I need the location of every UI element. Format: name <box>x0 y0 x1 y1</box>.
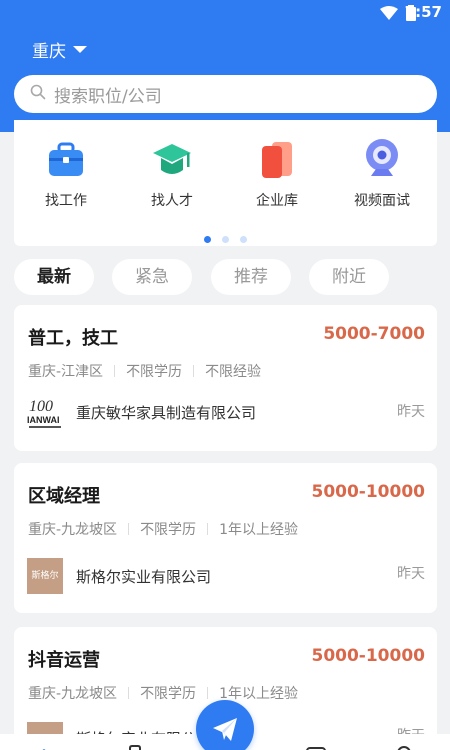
tag-divider <box>128 687 130 699</box>
job-location: 重庆-九龙坡区 <box>28 686 118 702</box>
graduation-cap-icon <box>153 144 191 174</box>
nav-profile-icon[interactable] <box>396 740 412 750</box>
job-tags: 重庆-九龙坡区 不限学历 1年以上经验 <box>28 683 298 703</box>
search-placeholder: 搜索职位/公司 <box>54 86 162 107</box>
search-input[interactable]: 搜索职位/公司 <box>14 75 437 113</box>
job-experience: 1年以上经验 <box>219 522 298 538</box>
job-salary: 5000-10000 <box>311 646 425 666</box>
job-title: 抖音运营 <box>28 650 100 671</box>
carousel-dot <box>203 236 211 243</box>
quick-action-label: 企业库 <box>256 193 298 209</box>
svg-text:100: 100 <box>29 398 53 415</box>
filter-tabs: 最新 紧急 推荐 附近 <box>14 259 437 295</box>
company-name: 重庆敏华家具制造有限公司 <box>76 404 257 422</box>
quick-action-find-talent[interactable]: 找人才 <box>122 138 222 210</box>
job-location: 重庆-江津区 <box>28 364 104 380</box>
job-date: 昨天 <box>397 404 425 420</box>
job-card[interactable]: 普工，技工 5000-7000 重庆-江津区 不限学历 不限经验 100 IAN… <box>14 305 437 451</box>
job-title: 普工，技工 <box>28 328 118 349</box>
quick-action-label: 视频面试 <box>354 193 410 209</box>
briefcase-icon <box>49 142 83 176</box>
job-education: 不限学历 <box>140 522 197 538</box>
job-card[interactable]: 区域经理 5000-10000 重庆-九龙坡区 不限学历 1年以上经验 斯格尔 … <box>14 463 437 613</box>
chevron-down-icon <box>73 46 87 53</box>
company-library-icon <box>262 142 292 178</box>
carousel-dot <box>240 236 248 243</box>
quick-actions-panel: 找工作 找人才 企业库 视频面试 <box>14 120 437 246</box>
paper-plane-icon <box>213 718 237 741</box>
quick-action-company-library[interactable]: 企业库 <box>227 138 327 210</box>
quick-action-video-interview[interactable]: 视频面试 <box>332 138 432 210</box>
nav-home-icon[interactable] <box>32 742 56 750</box>
header: 7:57 重庆 搜索职位/公司 <box>0 0 450 132</box>
tab-nearby[interactable]: 附近 <box>309 259 389 295</box>
tab-urgent[interactable]: 紧急 <box>112 259 192 295</box>
job-experience: 不限经验 <box>205 364 262 380</box>
nav-briefcase-icon[interactable] <box>124 740 146 750</box>
tab-recommended[interactable]: 推荐 <box>211 259 291 295</box>
job-tags: 重庆-江津区 不限学历 不限经验 <box>28 361 261 381</box>
tag-divider <box>128 523 130 535</box>
city-selector[interactable]: 重庆 <box>32 37 87 62</box>
webcam-icon <box>366 139 398 176</box>
company-logo: 100 IANWAI <box>27 394 63 430</box>
job-location: 重庆-九龙坡区 <box>28 522 118 538</box>
quick-action-label: 找工作 <box>45 193 87 209</box>
status-bar: 7:57 <box>0 0 450 26</box>
job-tags: 重庆-九龙坡区 不限学历 1年以上经验 <box>28 519 298 539</box>
job-education: 不限学历 <box>126 364 183 380</box>
status-time: 7:57 <box>404 3 442 21</box>
job-salary: 5000-10000 <box>311 482 425 502</box>
tab-latest[interactable]: 最新 <box>14 259 94 295</box>
publish-fab-button[interactable] <box>196 700 254 750</box>
tag-divider <box>193 365 195 377</box>
logo-text: 斯格尔 <box>31 571 59 581</box>
tag-divider <box>207 687 209 699</box>
tag-divider <box>207 523 209 535</box>
carousel-dot <box>222 236 229 243</box>
search-icon <box>30 84 46 104</box>
quick-action-find-job[interactable]: 找工作 <box>16 138 116 210</box>
job-education: 不限学历 <box>140 686 197 702</box>
company-name: 斯格尔实业有限公司 <box>76 568 212 586</box>
tag-divider <box>114 365 116 377</box>
logo-text: IANWAI <box>27 415 60 425</box>
quick-action-label: 找人才 <box>151 193 193 209</box>
company-logo: 斯格尔 <box>27 558 63 594</box>
job-date: 昨天 <box>397 566 425 582</box>
job-title: 区域经理 <box>28 486 100 507</box>
job-salary: 5000-7000 <box>323 324 425 344</box>
carousel-indicator <box>14 228 437 247</box>
nav-message-icon[interactable] <box>306 741 326 750</box>
city-label: 重庆 <box>32 42 66 62</box>
wifi-icon <box>380 5 398 24</box>
